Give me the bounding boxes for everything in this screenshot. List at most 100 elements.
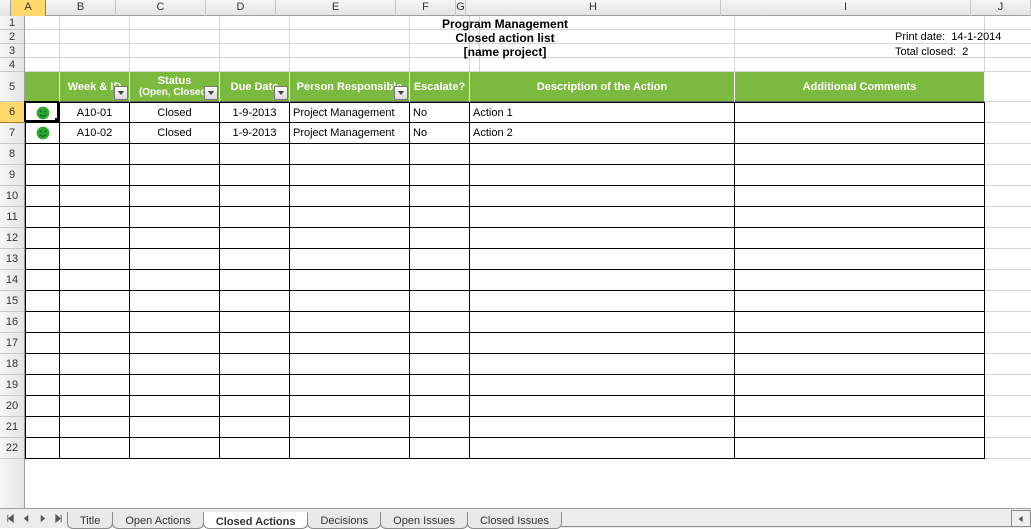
status-cell[interactable] bbox=[130, 333, 220, 354]
comments-cell[interactable] bbox=[735, 333, 985, 354]
person-cell[interactable] bbox=[290, 312, 410, 333]
week-cell[interactable] bbox=[60, 417, 130, 438]
comments-cell[interactable] bbox=[735, 249, 985, 270]
desc-cell[interactable]: Action 2 bbox=[470, 123, 735, 144]
header-due[interactable]: Due Date bbox=[220, 72, 290, 102]
week-cell[interactable] bbox=[60, 144, 130, 165]
row-header-4[interactable]: 4 bbox=[0, 58, 24, 72]
row-header-10[interactable]: 10 bbox=[0, 186, 24, 207]
escalate-cell[interactable] bbox=[410, 270, 470, 291]
desc-cell[interactable] bbox=[470, 333, 735, 354]
comments-cell[interactable] bbox=[735, 417, 985, 438]
status-cell[interactable] bbox=[130, 165, 220, 186]
week-cell[interactable] bbox=[60, 312, 130, 333]
icon-cell[interactable] bbox=[25, 249, 60, 270]
person-cell[interactable] bbox=[290, 270, 410, 291]
sheet-tab-closed-issues[interactable]: Closed Issues bbox=[467, 512, 562, 529]
row-header-14[interactable]: 14 bbox=[0, 270, 24, 291]
row-header-15[interactable]: 15 bbox=[0, 291, 24, 312]
week-cell[interactable] bbox=[60, 249, 130, 270]
desc-cell[interactable] bbox=[470, 291, 735, 312]
person-cell[interactable] bbox=[290, 165, 410, 186]
sheet-tab-title[interactable]: Title bbox=[67, 512, 113, 529]
due-cell[interactable] bbox=[220, 291, 290, 312]
comments-cell[interactable] bbox=[735, 438, 985, 459]
sheet-tab-open-issues[interactable]: Open Issues bbox=[380, 512, 468, 529]
icon-cell[interactable] bbox=[25, 228, 60, 249]
escalate-cell[interactable] bbox=[410, 291, 470, 312]
week-cell[interactable] bbox=[60, 333, 130, 354]
hscroll-left[interactable] bbox=[1011, 510, 1031, 527]
row-header-13[interactable]: 13 bbox=[0, 249, 24, 270]
due-cell[interactable] bbox=[220, 228, 290, 249]
week-cell[interactable] bbox=[60, 207, 130, 228]
icon-cell[interactable] bbox=[25, 375, 60, 396]
desc-cell[interactable] bbox=[470, 312, 735, 333]
person-cell[interactable] bbox=[290, 291, 410, 312]
desc-cell[interactable] bbox=[470, 186, 735, 207]
escalate-cell[interactable] bbox=[410, 144, 470, 165]
col-header-E[interactable]: E bbox=[276, 0, 396, 16]
row-header-3[interactable]: 3 bbox=[0, 44, 24, 58]
smiley-icon[interactable] bbox=[25, 123, 60, 144]
status-cell[interactable] bbox=[130, 375, 220, 396]
sheet-tab-decisions[interactable]: Decisions bbox=[307, 512, 381, 529]
desc-cell[interactable] bbox=[470, 396, 735, 417]
week-cell[interactable] bbox=[60, 396, 130, 417]
desc-cell[interactable] bbox=[470, 438, 735, 459]
row-header-2[interactable]: 2 bbox=[0, 30, 24, 44]
person-cell[interactable]: Project Management bbox=[290, 123, 410, 144]
desc-cell[interactable] bbox=[470, 144, 735, 165]
header-week-id[interactable]: Week & ID bbox=[60, 72, 130, 102]
col-header-F[interactable]: F bbox=[396, 0, 456, 16]
icon-cell[interactable] bbox=[25, 417, 60, 438]
header-person[interactable]: Person Responsible bbox=[290, 72, 410, 102]
comments-cell[interactable] bbox=[735, 165, 985, 186]
escalate-cell[interactable] bbox=[410, 333, 470, 354]
tab-nav-next[interactable] bbox=[34, 511, 50, 527]
escalate-cell[interactable] bbox=[410, 165, 470, 186]
desc-cell[interactable] bbox=[470, 270, 735, 291]
row-header-16[interactable]: 16 bbox=[0, 312, 24, 333]
escalate-cell[interactable] bbox=[410, 354, 470, 375]
row-header-1[interactable]: 1 bbox=[0, 16, 24, 30]
due-cell[interactable]: 1-9-2013 bbox=[220, 102, 290, 123]
person-cell[interactable] bbox=[290, 207, 410, 228]
icon-cell[interactable] bbox=[25, 333, 60, 354]
tab-nav-last[interactable] bbox=[50, 511, 66, 527]
sheet-tab-closed-actions[interactable]: Closed Actions bbox=[203, 512, 309, 529]
status-cell[interactable] bbox=[130, 228, 220, 249]
status-cell[interactable] bbox=[130, 186, 220, 207]
comments-cell[interactable] bbox=[735, 123, 985, 144]
comments-cell[interactable] bbox=[735, 186, 985, 207]
icon-cell[interactable] bbox=[25, 291, 60, 312]
week-cell[interactable] bbox=[60, 165, 130, 186]
person-cell[interactable] bbox=[290, 144, 410, 165]
row-header-5[interactable]: 5 bbox=[0, 72, 24, 102]
status-cell[interactable] bbox=[130, 438, 220, 459]
person-cell[interactable] bbox=[290, 249, 410, 270]
due-cell[interactable] bbox=[220, 417, 290, 438]
icon-cell[interactable] bbox=[25, 270, 60, 291]
person-cell[interactable] bbox=[290, 186, 410, 207]
row-header-6[interactable]: 6 bbox=[0, 102, 24, 123]
status-cell[interactable] bbox=[130, 396, 220, 417]
escalate-cell[interactable]: No bbox=[410, 123, 470, 144]
person-cell[interactable] bbox=[290, 417, 410, 438]
due-cell[interactable] bbox=[220, 144, 290, 165]
due-cell[interactable] bbox=[220, 438, 290, 459]
col-header-A[interactable]: A bbox=[11, 0, 46, 16]
col-header-G[interactable]: G bbox=[456, 0, 466, 16]
smiley-icon[interactable] bbox=[25, 102, 60, 123]
due-cell[interactable] bbox=[220, 396, 290, 417]
desc-cell[interactable]: Action 1 bbox=[470, 102, 735, 123]
status-cell[interactable] bbox=[130, 417, 220, 438]
week-cell[interactable] bbox=[60, 354, 130, 375]
row-header-21[interactable]: 21 bbox=[0, 417, 24, 438]
sheet-tab-open-actions[interactable]: Open Actions bbox=[112, 512, 203, 529]
row-header-22[interactable]: 22 bbox=[0, 438, 24, 459]
escalate-cell[interactable] bbox=[410, 396, 470, 417]
due-cell[interactable] bbox=[220, 186, 290, 207]
tab-nav-first[interactable] bbox=[2, 511, 18, 527]
status-cell[interactable] bbox=[130, 249, 220, 270]
